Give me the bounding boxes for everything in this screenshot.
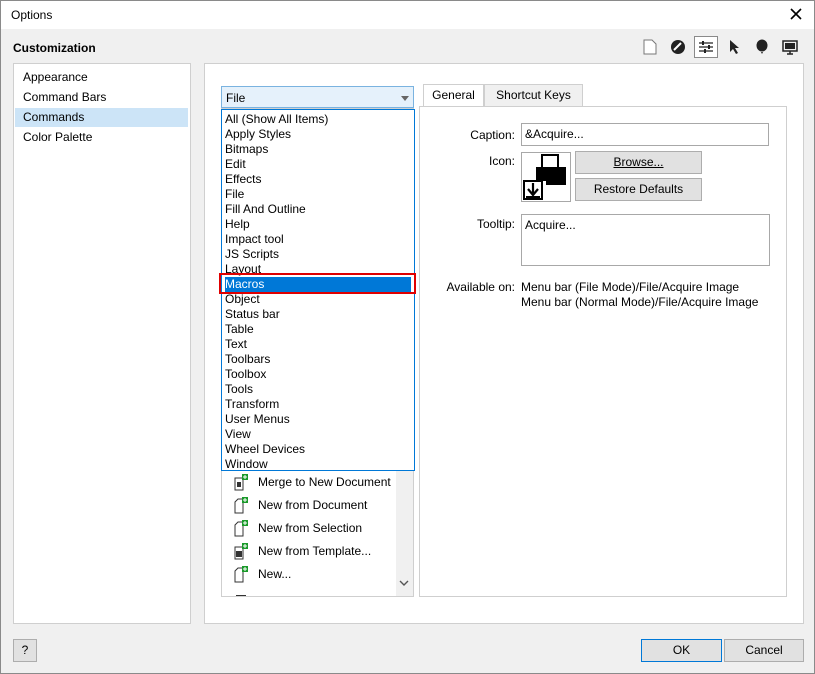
caption-field[interactable]: &Acquire...: [521, 123, 769, 146]
available-on-label: Available on:: [446, 280, 516, 294]
icon-preview: [521, 152, 571, 202]
close-icon: [790, 8, 802, 20]
category-dropdown[interactable]: All (Show All Items) Apply Styles Bitmap…: [221, 109, 415, 471]
tab-general[interactable]: General: [423, 84, 484, 107]
new-from-template-icon: [232, 542, 250, 560]
dropdown-option-impact-tool[interactable]: Impact tool: [225, 232, 411, 247]
customization-icon[interactable]: [694, 36, 718, 58]
page-icon[interactable]: [638, 36, 662, 58]
dropdown-option-file[interactable]: File: [225, 187, 411, 202]
dropdown-option-tools[interactable]: Tools: [225, 382, 411, 397]
acquire-image-icon: [523, 154, 566, 200]
list-item[interactable]: Merge to New Document: [232, 471, 391, 493]
color-management-icon[interactable]: [666, 36, 690, 58]
category-select[interactable]: File: [221, 86, 414, 108]
caption-label: Caption:: [470, 128, 515, 142]
dropdown-option-toolbox[interactable]: Toolbox: [225, 367, 411, 382]
ok-button[interactable]: OK: [641, 639, 722, 662]
new-icon: [232, 565, 250, 583]
dropdown-option-text[interactable]: Text: [225, 337, 411, 352]
available-on-item: Menu bar (File Mode)/File/Acquire Image: [521, 280, 740, 294]
available-on-item: Menu bar (Normal Mode)/File/Acquire Imag…: [521, 295, 759, 309]
category-select-value: File: [226, 91, 246, 105]
tab-shortcut-keys[interactable]: Shortcut Keys: [484, 84, 583, 106]
restore-defaults-button[interactable]: Restore Defaults: [575, 178, 702, 201]
dropdown-option-effects[interactable]: Effects: [225, 172, 411, 187]
tooltip-label: Tooltip:: [476, 217, 515, 231]
dropdown-option-all[interactable]: All (Show All Items): [225, 112, 411, 127]
dropdown-option-transform[interactable]: Transform: [225, 397, 411, 412]
dropdown-option-bitmaps[interactable]: Bitmaps: [225, 142, 411, 157]
customization-nav: Appearance Command Bars Commands Color P…: [13, 63, 191, 624]
section-title: Customization: [13, 41, 96, 55]
dropdown-option-table[interactable]: Table: [225, 322, 411, 337]
chevron-down-icon[interactable]: [399, 579, 409, 587]
browse-button[interactable]: Browse...: [575, 151, 702, 174]
balloon-icon[interactable]: [750, 36, 774, 58]
close-button[interactable]: [786, 4, 806, 24]
nav-item-commands[interactable]: Commands: [15, 108, 188, 127]
dropdown-option-edit[interactable]: Edit: [225, 157, 411, 172]
pointer-tool-icon[interactable]: [722, 36, 746, 58]
list-item-partial[interactable]: [232, 586, 258, 596]
chevron-down-icon: [401, 96, 409, 101]
title-bar: Options: [1, 1, 814, 29]
dropdown-option-status-bar[interactable]: Status bar: [225, 307, 411, 322]
options-dialog: Options Customization Appearance Command…: [0, 0, 815, 674]
dropdown-option-js-scripts[interactable]: JS Scripts: [225, 247, 411, 262]
window-title: Options: [11, 8, 53, 22]
help-button[interactable]: ?: [13, 639, 37, 662]
dropdown-option-fill-and-outline[interactable]: Fill And Outline: [225, 202, 411, 217]
nav-item-color-palette[interactable]: Color Palette: [15, 128, 188, 147]
list-item[interactable]: New from Template...: [232, 540, 371, 562]
display-icon[interactable]: [778, 36, 802, 58]
dropdown-option-object[interactable]: Object: [225, 292, 411, 307]
icon-label: Icon:: [488, 154, 515, 168]
dropdown-option-toolbars[interactable]: Toolbars: [225, 352, 411, 367]
dropdown-option-macros[interactable]: Macros: [225, 277, 411, 292]
dropdown-option-view[interactable]: View: [225, 427, 411, 442]
dropdown-option-layout[interactable]: Layout: [225, 262, 411, 277]
category-toolbar: [638, 36, 802, 58]
list-item[interactable]: New from Selection: [232, 517, 362, 539]
dropdown-option-apply-styles[interactable]: Apply Styles: [225, 127, 411, 142]
dropdown-option-wheel-devices[interactable]: Wheel Devices: [225, 442, 411, 457]
list-item[interactable]: New from Document: [232, 494, 367, 516]
available-on-list: Menu bar (File Mode)/File/Acquire Image …: [521, 280, 758, 310]
list-item[interactable]: New...: [232, 563, 291, 585]
tooltip-field[interactable]: Acquire...: [521, 214, 770, 266]
new-from-selection-icon: [232, 519, 250, 537]
nav-item-appearance[interactable]: Appearance: [15, 68, 188, 87]
new-document-icon: [232, 496, 250, 514]
dropdown-option-user-menus[interactable]: User Menus: [225, 412, 411, 427]
dropdown-option-window[interactable]: Window: [225, 457, 411, 472]
briefcase-icon: [232, 588, 250, 596]
dropdown-option-help[interactable]: Help: [225, 217, 411, 232]
nav-item-command-bars[interactable]: Command Bars: [15, 88, 188, 107]
cancel-button[interactable]: Cancel: [724, 639, 804, 662]
merge-document-icon: [232, 473, 250, 491]
